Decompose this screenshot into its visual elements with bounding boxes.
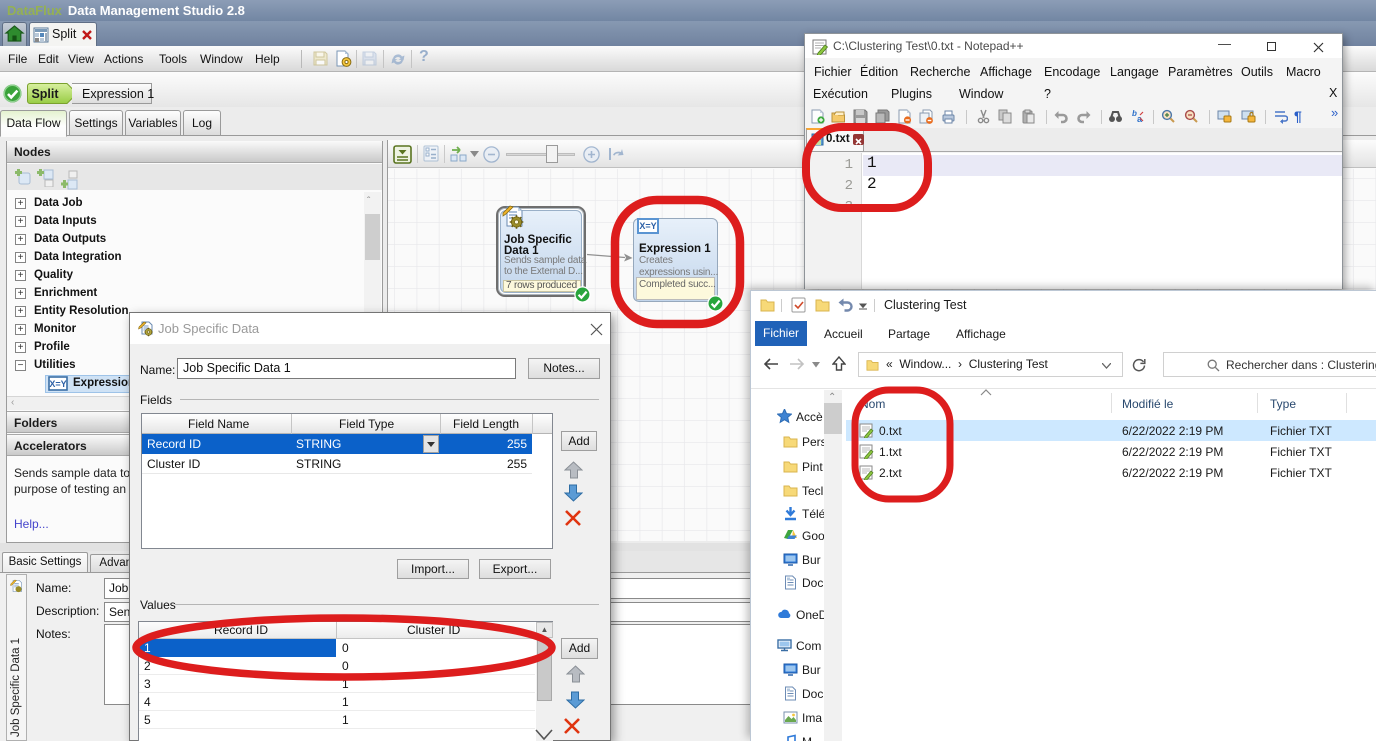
- svg-text:X=Y: X=Y: [49, 379, 66, 389]
- svg-text:Split: Split: [31, 87, 59, 101]
- svg-text:a: a: [1137, 114, 1143, 124]
